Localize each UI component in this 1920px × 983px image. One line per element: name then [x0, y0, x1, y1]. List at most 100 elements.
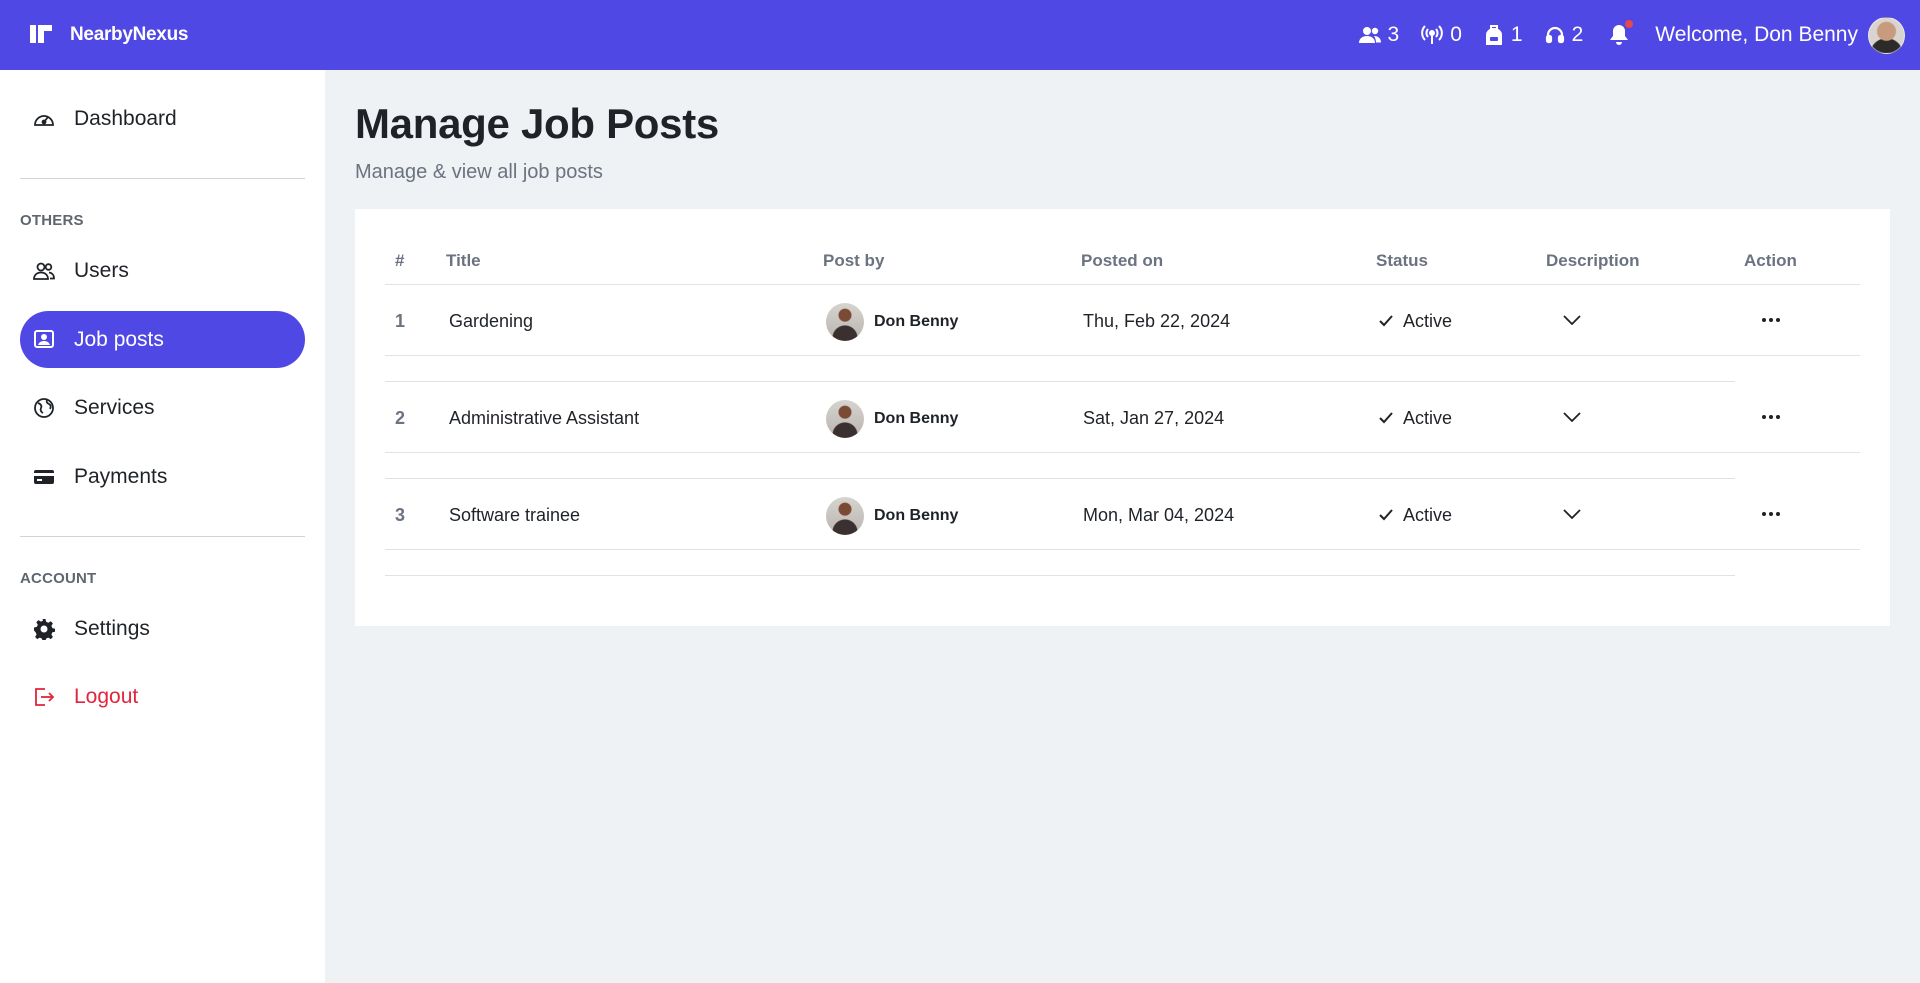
posted-date: Thu, Feb 22, 2024 [1083, 310, 1231, 331]
users-stat[interactable]: 3 [1358, 23, 1400, 47]
row-number: 1 [395, 310, 406, 331]
section-heading-others: OTHERS [20, 212, 84, 229]
column-header-title: Title [446, 251, 481, 270]
sidebar-item-label: Payments [74, 464, 168, 488]
row-divider [385, 478, 1735, 479]
row-actions-button[interactable] [1756, 499, 1786, 529]
gauge-icon [32, 107, 56, 131]
expand-description-button[interactable] [1557, 305, 1587, 335]
notification-dot [1625, 20, 1634, 28]
status-text: Active [1403, 504, 1453, 525]
status-badge: Active [1379, 403, 1452, 433]
sidebar-item-logout[interactable]: Logout [20, 668, 305, 725]
sidebar-item-label: Dashboard [74, 106, 177, 130]
job-title: Administrative Assistant [449, 407, 640, 428]
poster-name: Don Benny [874, 410, 959, 427]
job-title: Software trainee [449, 504, 581, 525]
row-actions-button[interactable] [1756, 305, 1786, 335]
column-header-post-by: Post by [823, 251, 885, 270]
row-divider [385, 381, 1735, 382]
section-heading-account: ACCOUNT [20, 570, 97, 587]
users-icon [1358, 27, 1381, 43]
brand-name: NearbyNexus [70, 24, 189, 45]
posted-date: Mon, Mar 04, 2024 [1083, 504, 1235, 525]
chevron-down-icon [1563, 412, 1581, 422]
sidebar-item-label: Logout [74, 684, 139, 708]
expand-description-button[interactable] [1557, 499, 1587, 529]
user-avatar[interactable] [1868, 16, 1905, 54]
avatar [826, 303, 864, 341]
expand-description-button[interactable] [1557, 402, 1587, 432]
row-divider [385, 575, 1735, 576]
sidebar-item-users[interactable]: Users [20, 242, 305, 299]
status-text: Active [1403, 310, 1453, 331]
backpack-stat[interactable]: 1 [1484, 23, 1523, 47]
status-text: Active [1403, 407, 1453, 428]
page-subtitle: Manage & view all job posts [355, 161, 603, 183]
more-horizontal-icon [1762, 318, 1780, 322]
sidebar-item-services[interactable]: Services [20, 379, 305, 436]
sidebar-item-payments[interactable]: Payments [20, 448, 305, 505]
row-divider [385, 452, 1860, 453]
sidebar-item-job-posts[interactable]: Job posts [20, 311, 305, 368]
posted-by: Don Benny [826, 497, 958, 535]
support-count: 2 [1571, 23, 1584, 46]
column-header-description: Description [1546, 251, 1640, 270]
check-icon [1379, 315, 1393, 327]
globe-icon [32, 396, 56, 420]
logout-icon [32, 685, 56, 709]
row-number: 3 [395, 504, 406, 525]
column-header-posted-on: Posted on [1081, 251, 1164, 270]
status-badge: Active [1379, 500, 1452, 530]
page-title: Manage Job Posts [355, 100, 719, 147]
sidebar: Dashboard OTHERS Users Job posts Service… [0, 70, 325, 983]
brand[interactable]: NearbyNexus [30, 24, 188, 46]
chevron-down-icon [1563, 315, 1581, 325]
job-title: Gardening [449, 310, 534, 331]
row-actions-button[interactable] [1756, 402, 1786, 432]
row-divider [385, 549, 1860, 550]
job-posts-table: # Title Post by Posted on Status Descrip… [355, 209, 1890, 626]
row-divider [385, 355, 1860, 356]
sidebar-item-dashboard[interactable]: Dashboard [20, 90, 305, 147]
top-bar: NearbyNexus 3 0 1 2 Welcome, Don Benny [0, 0, 1920, 70]
sidebar-item-label: Users [74, 258, 129, 282]
status-badge: Active [1379, 306, 1452, 336]
more-horizontal-icon [1762, 415, 1780, 419]
notifications-button[interactable] [1609, 20, 1634, 46]
posted-by: Don Benny [826, 303, 958, 341]
headset-icon [1545, 26, 1564, 44]
more-horizontal-icon [1762, 512, 1780, 516]
broadcast-count: 0 [1450, 23, 1462, 46]
column-header-action: Action [1744, 251, 1797, 270]
sidebar-item-label: Services [74, 395, 155, 419]
welcome-text: Welcome, Don Benny [1655, 23, 1858, 46]
header-divider [385, 284, 1860, 285]
backpack-count: 1 [1510, 23, 1523, 46]
avatar [826, 497, 864, 535]
check-icon [1379, 509, 1393, 521]
avatar [826, 400, 864, 438]
sidebar-item-label: Job posts [74, 327, 164, 351]
brand-logo-icon [30, 25, 52, 45]
sidebar-item-label: Settings [74, 616, 150, 640]
gear-icon [32, 617, 56, 641]
support-stat[interactable]: 2 [1545, 23, 1584, 47]
check-icon [1379, 412, 1393, 424]
job-post-icon [32, 328, 56, 352]
chevron-down-icon [1563, 509, 1581, 519]
broadcast-icon [1421, 25, 1444, 44]
posted-by: Don Benny [826, 400, 958, 438]
column-header-number: # [395, 251, 405, 270]
broadcast-stat[interactable]: 0 [1421, 23, 1462, 47]
users-count: 3 [1387, 23, 1400, 46]
column-header-status: Status [1376, 251, 1428, 270]
row-number: 2 [395, 407, 406, 428]
sidebar-item-settings[interactable]: Settings [20, 600, 305, 657]
users-icon [32, 259, 56, 283]
credit-card-icon [32, 465, 56, 489]
posted-date: Sat, Jan 27, 2024 [1083, 407, 1225, 428]
sidebar-divider [20, 536, 305, 537]
poster-name: Don Benny [874, 313, 959, 330]
poster-name: Don Benny [874, 507, 959, 524]
